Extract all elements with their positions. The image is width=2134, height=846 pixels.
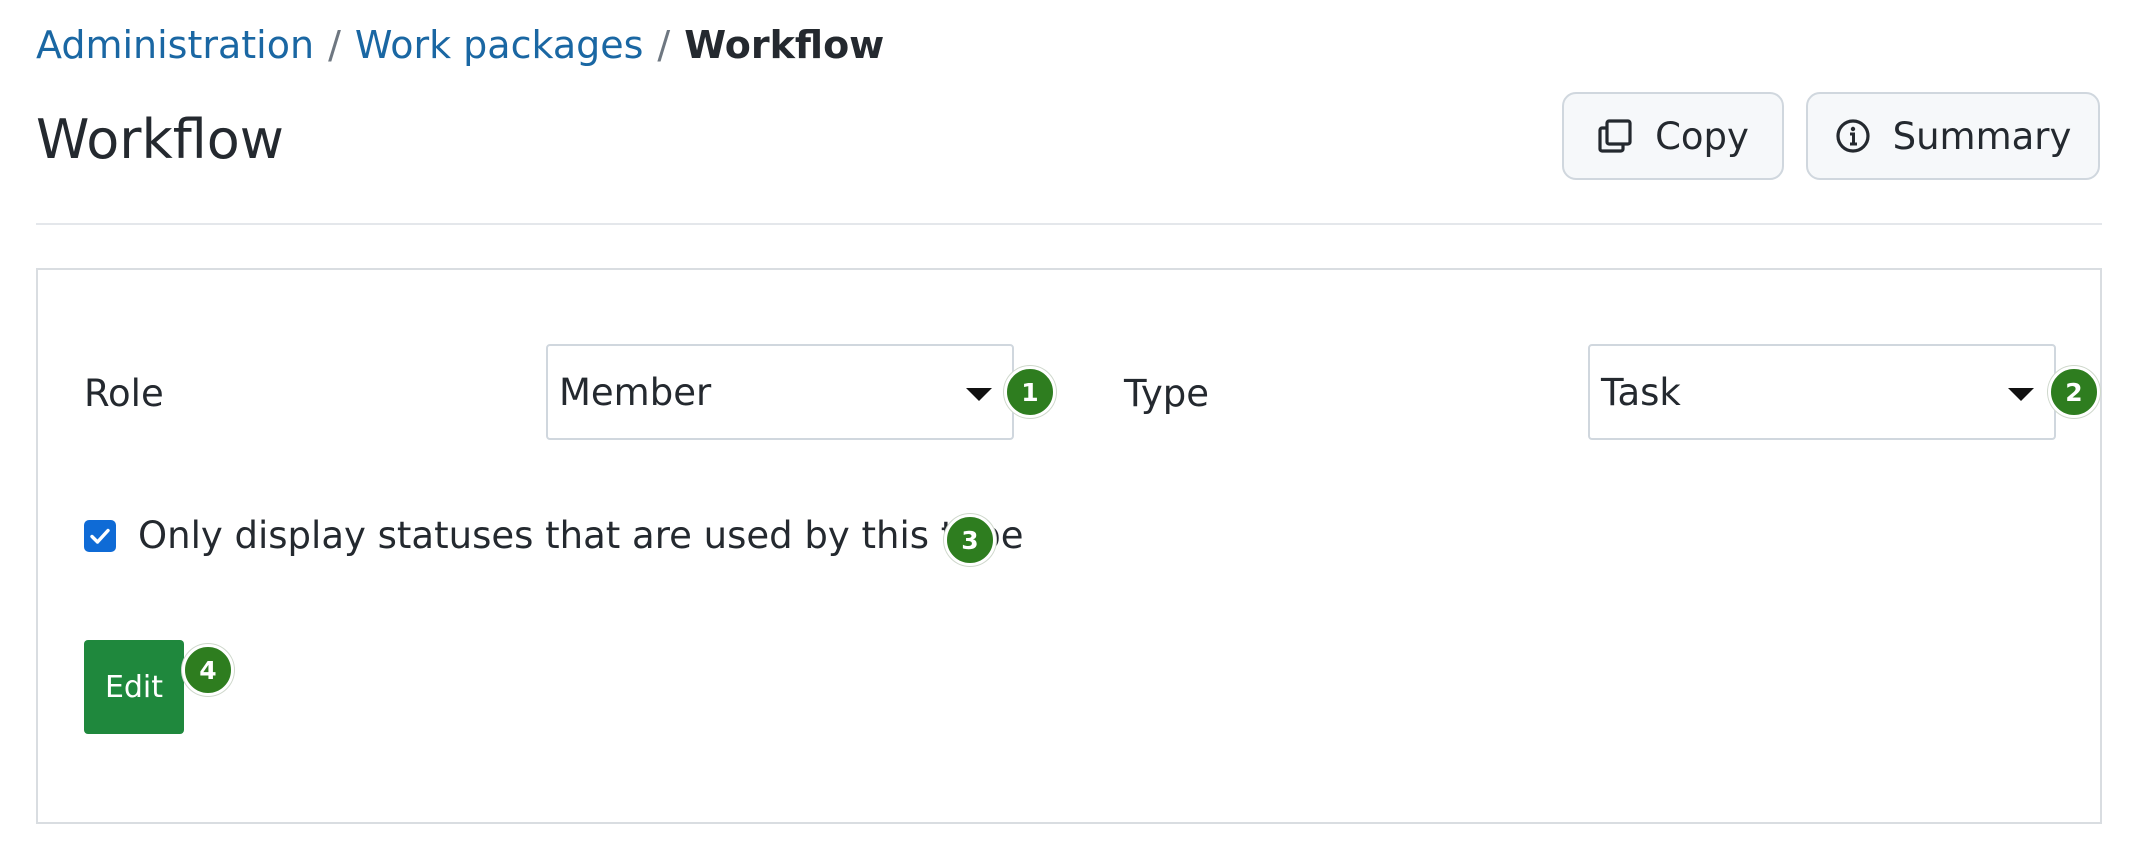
type-label: Type bbox=[1124, 372, 1209, 415]
annotation-badge-4: 4 bbox=[182, 644, 234, 696]
summary-button-label: Summary bbox=[1892, 114, 2072, 158]
annotation-badge-3: 3 bbox=[944, 514, 996, 566]
chevron-down-icon bbox=[2008, 388, 2034, 401]
chevron-down-icon bbox=[966, 388, 992, 401]
annotation-badge-2: 2 bbox=[2048, 366, 2100, 418]
annotation-badge-1: 1 bbox=[1004, 366, 1056, 418]
type-select-value: Task bbox=[1601, 370, 1681, 414]
breadcrumb-current: Workflow bbox=[684, 23, 885, 67]
workflow-filter-panel: Role Member 1 Type Task 2 Only display s… bbox=[36, 268, 2102, 824]
only-used-statuses-label[interactable]: Only display statuses that are used by t… bbox=[138, 514, 1023, 558]
breadcrumb-administration-link[interactable]: Administration bbox=[36, 22, 314, 68]
breadcrumb-separator: / bbox=[328, 23, 341, 67]
header-divider bbox=[36, 223, 2102, 225]
edit-button[interactable]: Edit bbox=[84, 640, 184, 734]
copy-button[interactable]: Copy bbox=[1562, 92, 1784, 180]
copy-icon bbox=[1598, 119, 1632, 153]
role-label: Role bbox=[84, 372, 164, 415]
role-select-value: Member bbox=[559, 370, 712, 414]
page-title: Workflow bbox=[36, 108, 284, 171]
type-select[interactable]: Task bbox=[1588, 344, 2056, 440]
role-select[interactable]: Member bbox=[546, 344, 1014, 440]
summary-button[interactable]: Summary bbox=[1806, 92, 2100, 180]
breadcrumb: Administration / Work packages / Workflo… bbox=[36, 22, 884, 68]
info-icon bbox=[1835, 119, 1870, 153]
breadcrumb-separator: / bbox=[657, 23, 671, 67]
copy-button-label: Copy bbox=[1655, 114, 1749, 158]
breadcrumb-work-packages-link[interactable]: Work packages bbox=[355, 22, 644, 68]
checkmark-icon bbox=[90, 528, 110, 544]
only-used-statuses-checkbox[interactable] bbox=[84, 520, 116, 552]
